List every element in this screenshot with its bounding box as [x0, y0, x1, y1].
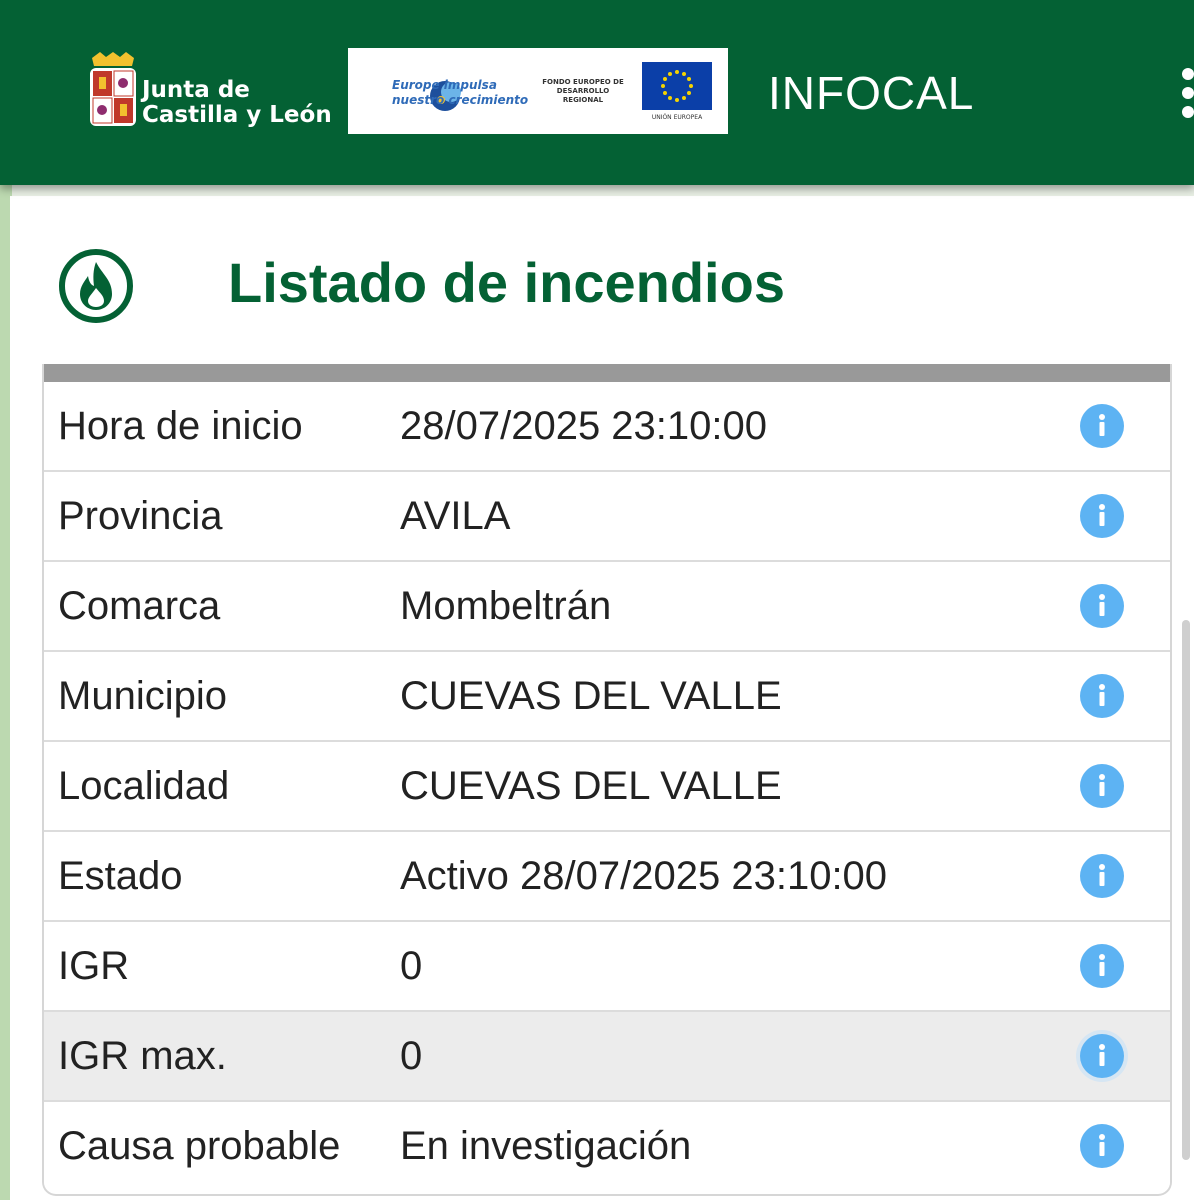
- info-icon[interactable]: [1080, 764, 1124, 808]
- fire-list-panel: Listado de incendios Hora de inicio 28/0…: [10, 196, 1194, 1200]
- table-row: Estado Activo 28/07/2025 23:10:00: [44, 832, 1170, 922]
- eu-fund-text: FONDO EUROPEO DE DESARROLLO REGIONAL: [542, 78, 624, 104]
- table-row: IGR max. 0: [44, 1012, 1170, 1102]
- app-header: Junta de Castilla y León Europe impulsa …: [0, 0, 1194, 185]
- row-value: CUEVAS DEL VALLE: [400, 674, 782, 718]
- eu-flag-icon: [642, 62, 712, 110]
- table-row: Municipio CUEVAS DEL VALLE: [44, 652, 1170, 742]
- row-label: Hora de inicio: [58, 404, 303, 448]
- row-label: Causa probable: [58, 1124, 341, 1168]
- table-top-bar: [44, 364, 1170, 382]
- info-icon[interactable]: [1080, 1124, 1124, 1168]
- table-row: Localidad CUEVAS DEL VALLE: [44, 742, 1170, 832]
- eu-label: UNIÓN EUROPEA: [651, 114, 703, 121]
- row-value: Activo 28/07/2025 23:10:00: [400, 854, 888, 898]
- info-icon[interactable]: [1080, 674, 1124, 718]
- row-value: CUEVAS DEL VALLE: [400, 764, 782, 808]
- info-icon[interactable]: [1080, 404, 1124, 448]
- row-label: IGR max.: [58, 1034, 227, 1078]
- row-label: Municipio: [58, 674, 227, 718]
- row-value: 0: [400, 944, 423, 988]
- page-title: Listado de incendios: [228, 251, 785, 314]
- fire-details-table: Hora de inicio 28/07/2025 23:10:00 Provi…: [42, 364, 1172, 1196]
- table-row: Hora de inicio 28/07/2025 23:10:00: [44, 382, 1170, 472]
- flame-icon: [59, 249, 133, 323]
- row-value: En investigación: [400, 1124, 692, 1168]
- row-label: Localidad: [58, 764, 230, 808]
- row-label: Provincia: [58, 494, 223, 538]
- panel-scrollbar[interactable]: [1182, 620, 1190, 1160]
- row-value: Mombeltrán: [400, 584, 612, 628]
- eu-slogan: Europe impulsa nuestro crecimiento: [392, 78, 529, 107]
- row-value: 0: [400, 1034, 423, 1078]
- table-row: Provincia AVILA: [44, 472, 1170, 562]
- jcyl-logo[interactable]: Junta de Castilla y León: [88, 52, 332, 132]
- table-row: IGR 0: [44, 922, 1170, 1012]
- table-row: Comarca Mombeltrán: [44, 562, 1170, 652]
- jcyl-wordmark: Junta de Castilla y León: [142, 77, 332, 128]
- row-label: Estado: [58, 854, 183, 898]
- info-icon[interactable]: [1080, 584, 1124, 628]
- info-icon[interactable]: [1080, 944, 1124, 988]
- eu-funding-banner: Europe impulsa nuestro crecimiento FONDO…: [348, 48, 728, 134]
- row-value: AVILA: [400, 494, 511, 538]
- info-icon[interactable]: [1080, 1034, 1124, 1078]
- row-label: IGR: [58, 944, 130, 988]
- app-title: INFOCAL: [768, 67, 975, 119]
- info-icon[interactable]: [1080, 494, 1124, 538]
- more-options-icon[interactable]: [1180, 68, 1194, 118]
- info-icon[interactable]: [1080, 854, 1124, 898]
- row-value: 28/07/2025 23:10:00: [400, 404, 768, 448]
- coat-of-arms-icon: [90, 52, 136, 126]
- table-row: Causa probable En investigación: [44, 1102, 1170, 1190]
- panel-header: Listado de incendios: [10, 196, 1194, 364]
- row-label: Comarca: [58, 584, 221, 628]
